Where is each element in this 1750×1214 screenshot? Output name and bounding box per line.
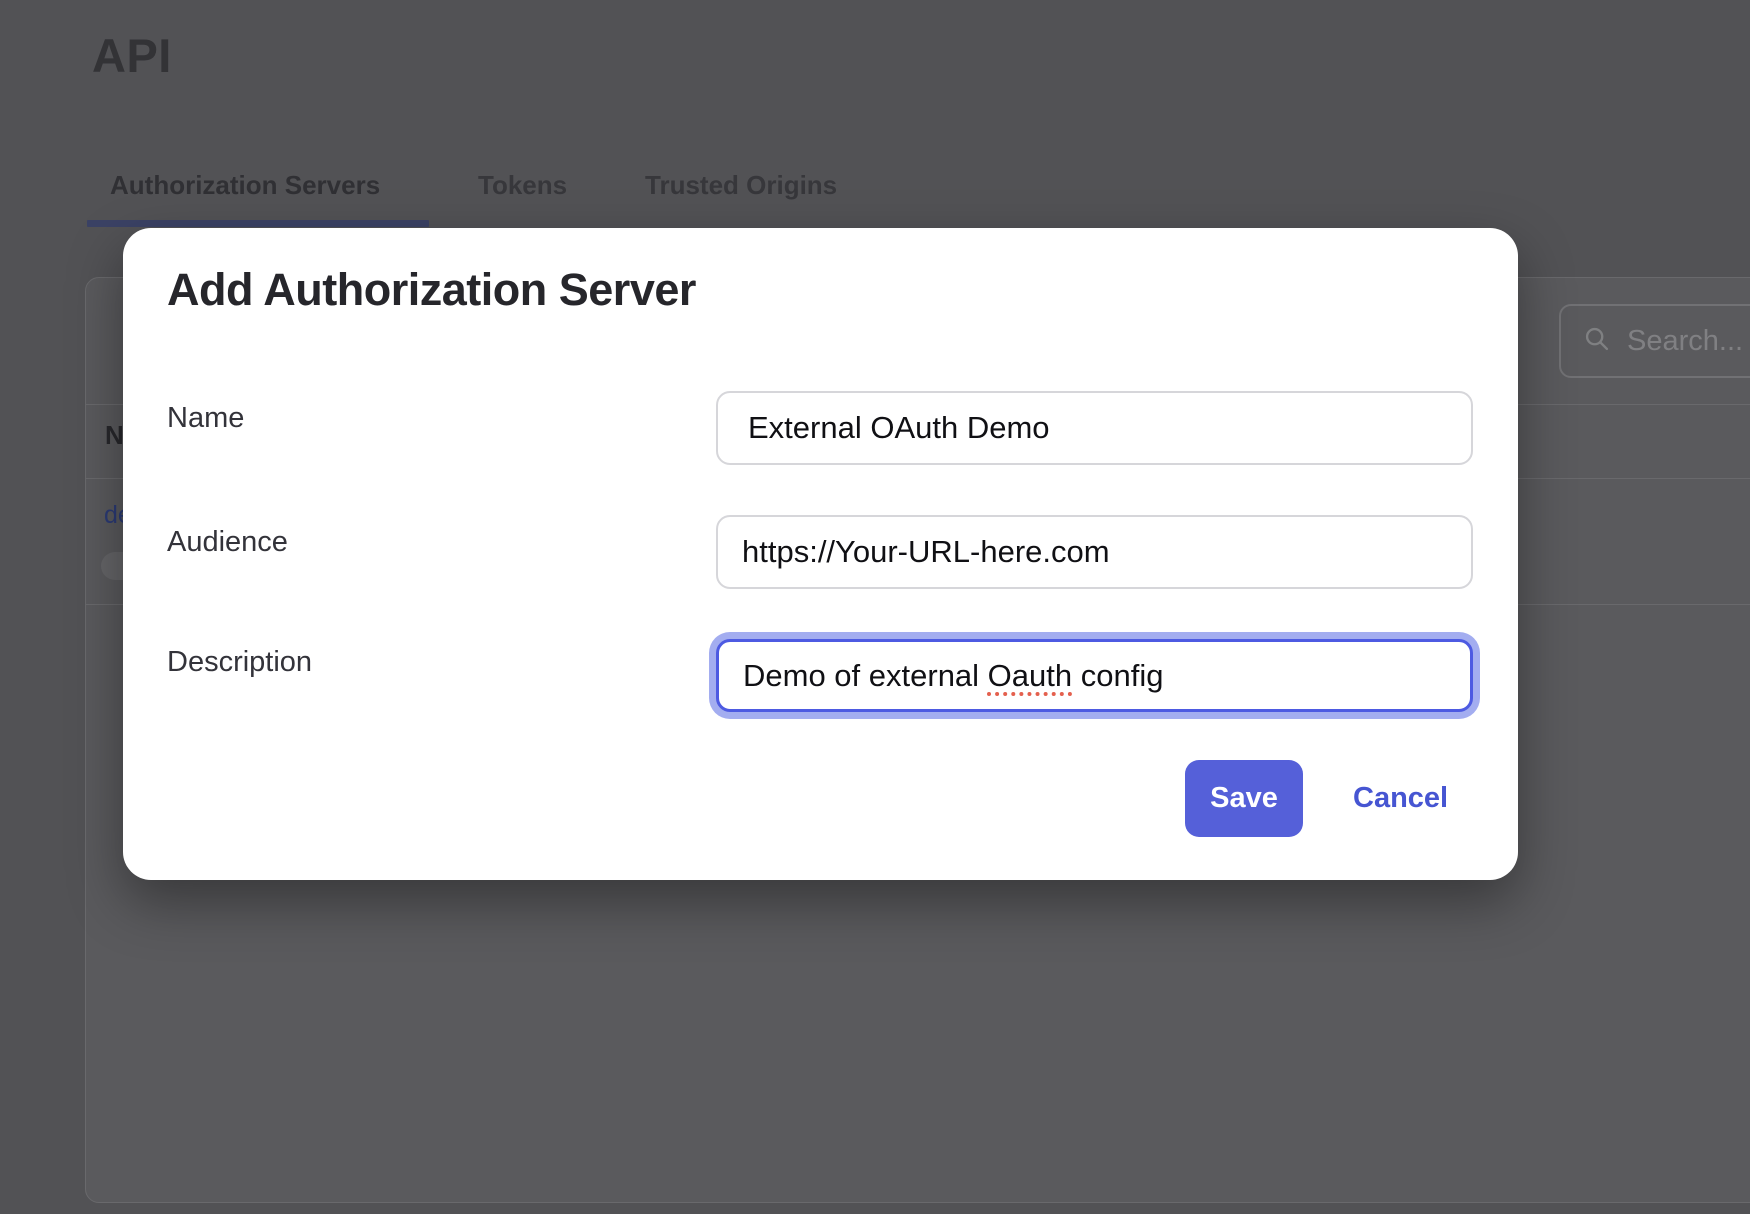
audience-label: Audience [167, 526, 288, 559]
description-text-after: config [1072, 658, 1163, 694]
description-text-before: Demo of external [743, 658, 988, 694]
description-label: Description [167, 646, 312, 679]
audience-input[interactable] [716, 515, 1473, 589]
save-button[interactable]: Save [1185, 760, 1303, 837]
misspelled-word: Oauth [988, 658, 1072, 694]
screen: API Authorization Servers Tokens Trusted… [0, 0, 1750, 1214]
add-authorization-server-dialog: Add Authorization Server Name Audience D… [123, 228, 1518, 880]
dialog-title: Add Authorization Server [167, 264, 696, 316]
description-input[interactable]: Demo of external Oauth config [716, 639, 1473, 712]
name-label: Name [167, 402, 244, 435]
name-input[interactable] [716, 391, 1473, 465]
cancel-button[interactable]: Cancel [1353, 760, 1448, 837]
